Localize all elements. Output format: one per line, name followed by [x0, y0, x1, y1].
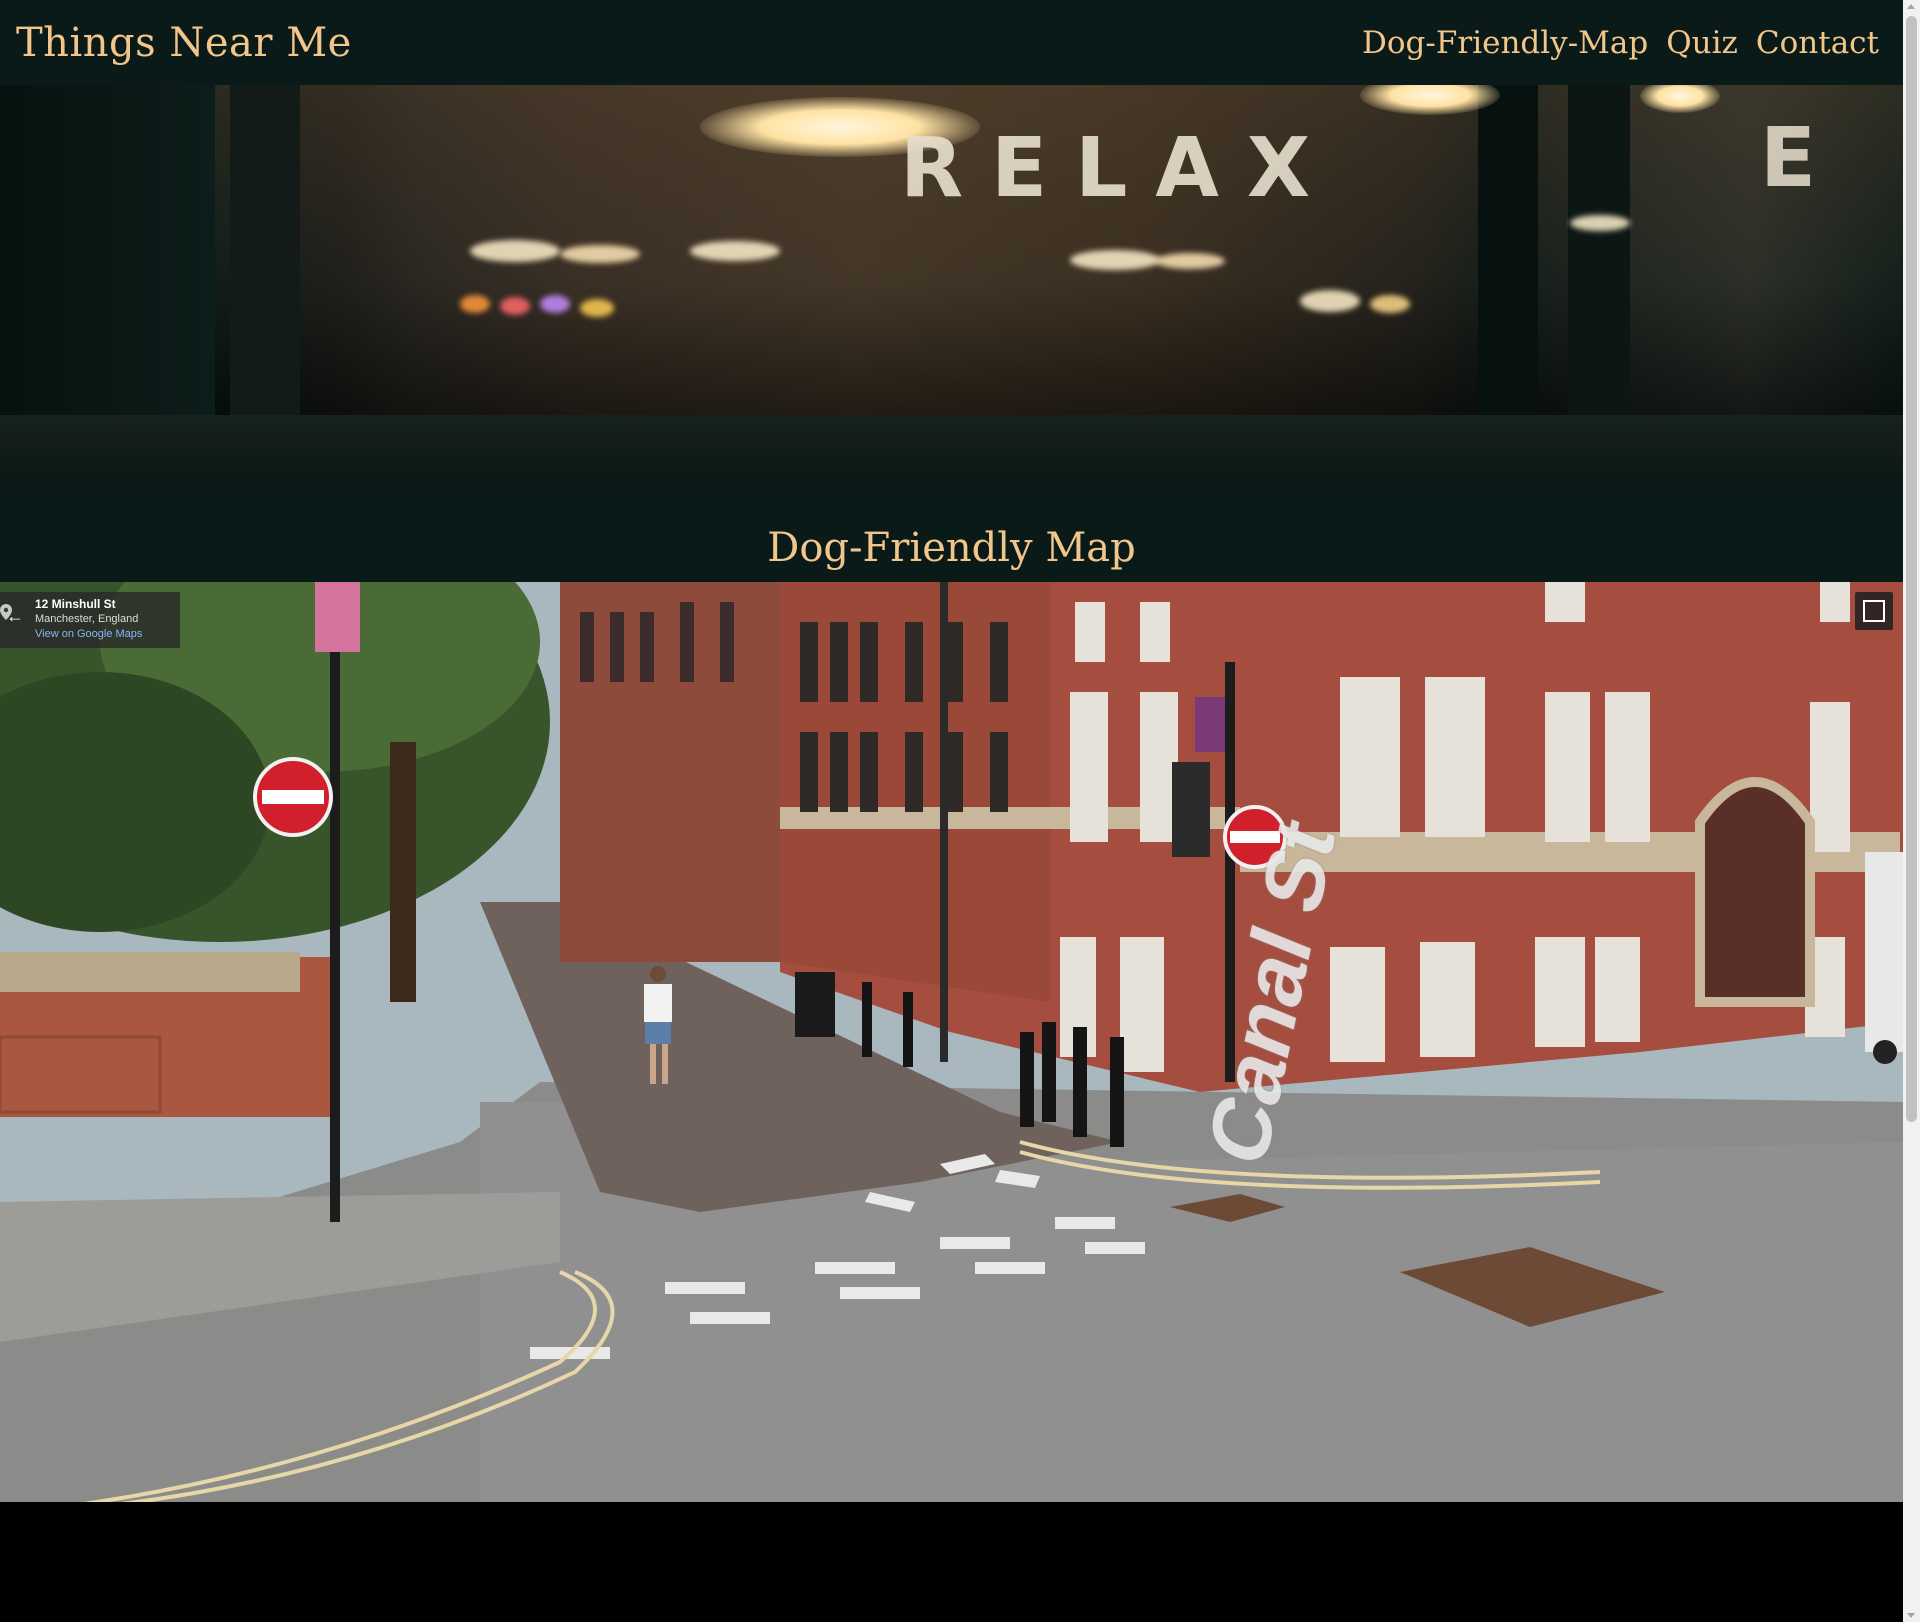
- map-title: Dog-Friendly Map: [767, 525, 1136, 571]
- hero-sign-e: E: [1760, 111, 1817, 206]
- street-view-scene[interactable]: [0, 582, 1903, 1502]
- map-pin-icon[interactable]: [0, 604, 12, 620]
- hero-bokeh: [500, 297, 530, 315]
- hero-bokeh: [1370, 295, 1410, 313]
- hero-bokeh: [1155, 253, 1225, 269]
- map-section: Dog-Friendly Map: [0, 485, 1903, 582]
- hero-bokeh: [1300, 290, 1360, 312]
- hero-bokeh: [1570, 215, 1630, 231]
- hero-sign-relax: RELAX: [900, 121, 1339, 216]
- scroll-down-icon[interactable]: [1907, 1613, 1915, 1618]
- site-header: Things Near Me Dog-Friendly-Map Quiz Con…: [0, 0, 1903, 85]
- nav-dog-friendly-map[interactable]: Dog-Friendly-Map: [1362, 25, 1648, 61]
- street-view-city: Manchester, England: [35, 613, 139, 625]
- hero-bokeh: [580, 299, 614, 317]
- hero-bokeh: [560, 245, 640, 263]
- fullscreen-icon[interactable]: [1855, 592, 1893, 630]
- view-on-google-maps-link[interactable]: View on Google Maps: [35, 628, 180, 640]
- hero-bokeh: [1070, 250, 1160, 270]
- scrollbar-thumb[interactable]: [1906, 16, 1917, 1122]
- page-scrollbar[interactable]: [1903, 0, 1920, 1622]
- street-view-embed[interactable]: Canal St ← 12 Minshull St Manchester, En…: [0, 582, 1903, 1502]
- site-brand[interactable]: Things Near Me: [16, 20, 352, 66]
- nav-quiz[interactable]: Quiz: [1666, 25, 1738, 61]
- hero-bokeh: [690, 241, 780, 261]
- main-nav: Dog-Friendly-Map Quiz Contact: [1362, 25, 1887, 61]
- hero-bokeh: [470, 240, 560, 262]
- hero-image: RELAX E: [0, 85, 1903, 485]
- page-bottom-area: [0, 1502, 1903, 1622]
- hero-sill: [0, 415, 1903, 485]
- nav-contact[interactable]: Contact: [1756, 25, 1879, 61]
- hero-bokeh: [460, 295, 490, 313]
- scroll-up-icon[interactable]: [1907, 4, 1915, 9]
- hero-bokeh: [540, 295, 570, 313]
- street-view-address: 12 Minshull St: [35, 597, 116, 611]
- street-view-info-card: ← 12 Minshull St Manchester, England Vie…: [0, 592, 180, 648]
